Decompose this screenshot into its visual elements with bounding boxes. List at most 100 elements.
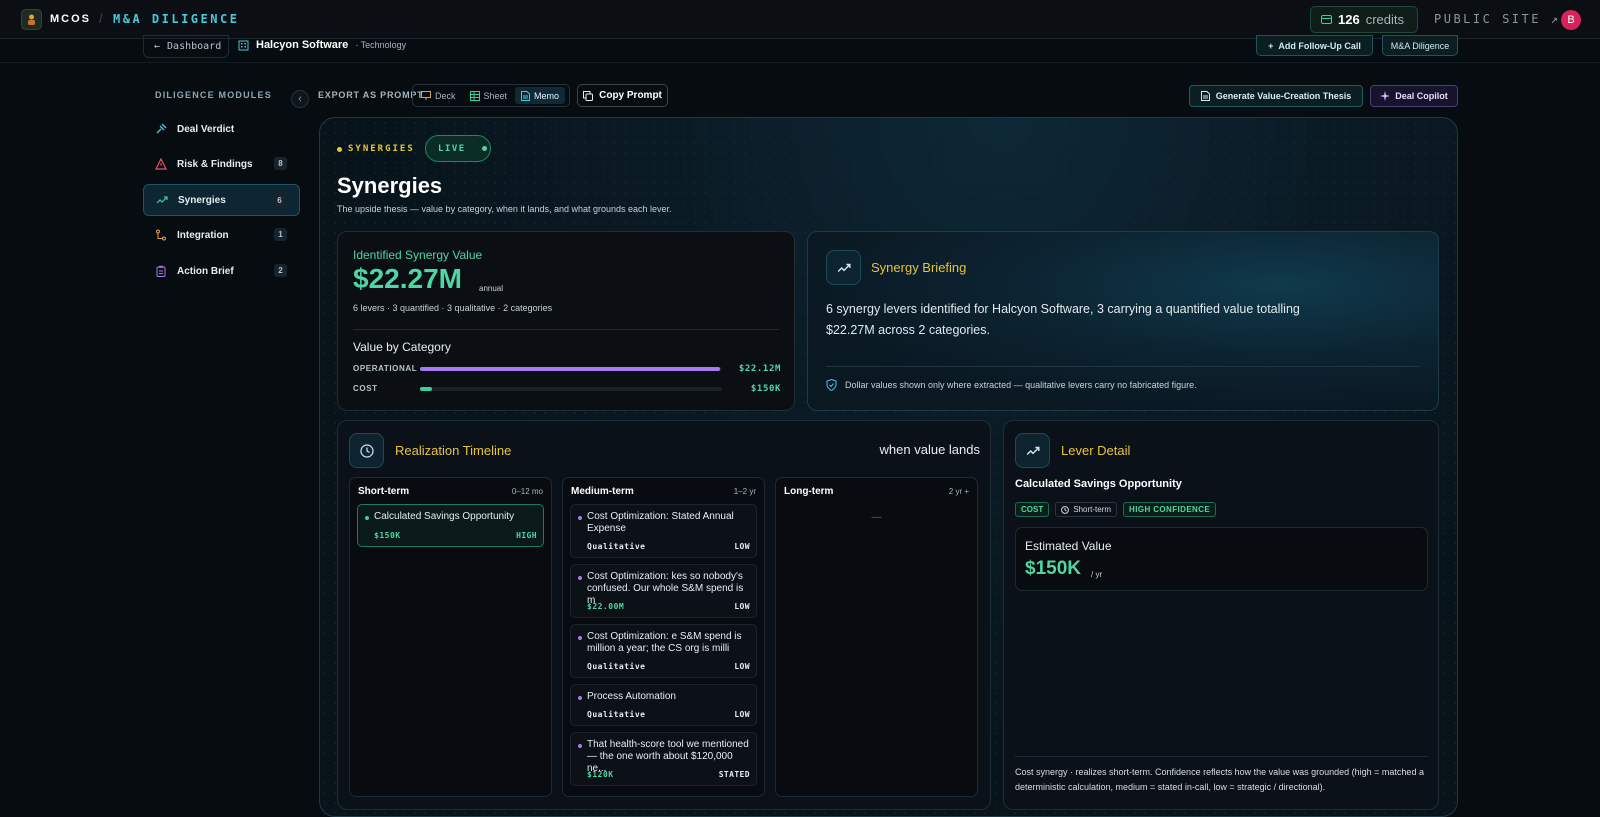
trending-up-icon (156, 196, 168, 204)
lever-confidence: HIGH (516, 531, 537, 540)
copy-icon (583, 90, 594, 101)
deal-copilot-button[interactable]: Deal Copilot (1370, 85, 1458, 107)
warning-icon (155, 158, 167, 170)
sidebar-item-label: Integration (177, 229, 229, 241)
lever-value: $22.00M (587, 602, 625, 611)
deal-copilot-label: Deal Copilot (1395, 91, 1448, 101)
credits-badge[interactable]: 126 credits (1310, 6, 1418, 33)
estimated-value: $150K (1025, 558, 1081, 579)
generate-thesis-label: Generate Value-Creation Thesis (1215, 91, 1352, 101)
trending-up-icon (826, 250, 861, 285)
table-icon (469, 90, 480, 101)
logo-icon[interactable] (21, 9, 42, 30)
timing-label: Short-term (1073, 505, 1112, 514)
lever-title: Cost Optimization: e S&M spend is millio… (587, 631, 742, 654)
lever-chips: COST Short-term HIGH CONFIDENCE (1015, 502, 1217, 517)
lever-card[interactable]: Cost Optimization: Stated Annual Expense… (570, 504, 757, 558)
sidebar-item-integration[interactable]: Integration 1 (143, 219, 300, 251)
brand-name[interactable]: MCOS (50, 13, 91, 25)
column-title: Short-term (358, 486, 410, 497)
lever-confidence: LOW (734, 542, 750, 551)
lever-card[interactable]: That health-score tool we mentioned — th… (570, 732, 757, 786)
brand-separator: / (99, 11, 103, 26)
top-bar: MCOS / M&A DILIGENCE 126 credits PUBLIC … (0, 0, 1600, 39)
format-deck-button[interactable]: Deck (415, 87, 462, 104)
lever-card[interactable]: Cost Optimization: kes so nobody's confu… (570, 564, 757, 618)
category-value: $22.12M (738, 364, 781, 374)
lever-value: $120K (587, 770, 614, 779)
lever-value: Qualitative (587, 542, 646, 551)
column-title: Medium-term (571, 486, 634, 497)
document-icon (521, 90, 531, 101)
lever-confidence: STATED (718, 770, 750, 779)
briefing-note-text: Dollar values shown only where extracted… (845, 380, 1197, 390)
sidebar-item-count: 6 (273, 194, 286, 207)
copy-prompt-button[interactable]: Copy Prompt (577, 84, 668, 107)
company-name: Halcyon Software (256, 39, 349, 51)
column-title: Long-term (784, 486, 834, 497)
format-memo-button[interactable]: Memo (515, 87, 566, 104)
category-dot-icon (578, 696, 582, 700)
lever-footnote: Cost synergy · realizes short-term. Conf… (1015, 767, 1424, 792)
plus-icon: + (1268, 40, 1274, 51)
synergy-value: $22.27M (353, 263, 462, 294)
generate-value-creation-thesis-button[interactable]: Generate Value-Creation Thesis (1189, 85, 1363, 107)
export-as-prompt-label: EXPORT AS PROMPT (318, 90, 424, 100)
clock-icon (349, 433, 384, 468)
sidebar-item-action-brief[interactable]: Action Brief 2 (143, 255, 300, 287)
shield-check-icon (826, 379, 837, 391)
follow-up-label: Add Follow-Up Call (1278, 40, 1361, 51)
estimated-value-label: Estimated Value (1025, 539, 1112, 553)
synergy-meta: 6 levers · 3 quantified · 3 qualitative … (353, 303, 553, 313)
lever-detail-title: Lever Detail (1061, 443, 1131, 458)
sidebar-item-count: 8 (274, 157, 287, 170)
live-label: LIVE (438, 143, 466, 154)
lever-name: Calculated Savings Opportunity (1015, 478, 1182, 490)
company-industry: · Technology (355, 40, 407, 50)
briefing-text: 6 synergy levers identified for Halcyon … (826, 302, 1300, 337)
add-follow-up-call-button[interactable]: + Add Follow-Up Call (1256, 35, 1373, 56)
column-range: 2 yr + (948, 487, 969, 496)
clock-icon (1061, 505, 1070, 514)
briefing-title: Synergy Briefing (871, 260, 967, 275)
product-name[interactable]: M&A DILIGENCE (113, 12, 239, 26)
format-sheet-button[interactable]: Sheet (464, 87, 514, 104)
lever-card[interactable]: Cost Optimization: e S&M spend is millio… (570, 624, 757, 678)
sidebar-item-count: 1 (274, 228, 287, 241)
divider (826, 366, 1419, 367)
confidence-chip: HIGH CONFIDENCE (1123, 502, 1217, 517)
lever-confidence: LOW (734, 602, 750, 611)
mode-tag[interactable]: M&A Diligence (1382, 35, 1458, 56)
value-by-category-title: Value by Category (353, 340, 451, 354)
realization-timeline-card: Realization Timeline when value lands Sh… (337, 420, 991, 810)
estimated-value-box: Estimated Value $150K / yr (1015, 527, 1428, 591)
category-chip: COST (1015, 502, 1050, 517)
gavel-icon (156, 123, 167, 134)
category-fill (420, 367, 720, 371)
sidebar-item-risk-findings[interactable]: Risk & Findings 8 (143, 148, 300, 180)
lever-title: Cost Optimization: Stated Annual Expense (587, 511, 734, 534)
copy-prompt-label: Copy Prompt (599, 90, 662, 101)
sidebar-item-synergies[interactable]: Synergies 6 (143, 184, 300, 216)
avatar[interactable]: B (1561, 10, 1581, 30)
lever-card[interactable]: Calculated Savings Opportunity $150K HIG… (357, 504, 544, 547)
category-bar-operational: OPERATIONAL $22.12M (353, 364, 781, 376)
credits-value: 126 (1338, 12, 1360, 27)
category-fill (420, 387, 433, 391)
synergy-value-label: Identified Synergy Value (353, 248, 483, 262)
column-range: 1–2 yr (733, 487, 756, 496)
page-subtitle: The upside thesis — value by category, w… (337, 204, 672, 214)
public-site-link[interactable]: PUBLIC SITE ↗ (1434, 12, 1560, 26)
sidebar-item-count: 2 (274, 264, 287, 277)
building-icon (238, 40, 249, 50)
format-label: Sheet (483, 90, 508, 101)
merge-icon (156, 229, 166, 241)
lever-card[interactable]: Process Automation Qualitative LOW (570, 684, 757, 726)
sidebar-item-deal-verdict[interactable]: Deal Verdict (143, 113, 300, 145)
category-track (420, 367, 722, 371)
empty-column-placeholder: — (871, 512, 882, 523)
breadcrumb: Halcyon Software · Technology (238, 39, 406, 51)
lever-detail-card: Lever Detail Calculated Savings Opportun… (1003, 420, 1439, 810)
collapse-sidebar-button[interactable]: ‹ (291, 90, 309, 108)
back-to-dashboard-button[interactable]: ← Dashboard (143, 35, 229, 58)
